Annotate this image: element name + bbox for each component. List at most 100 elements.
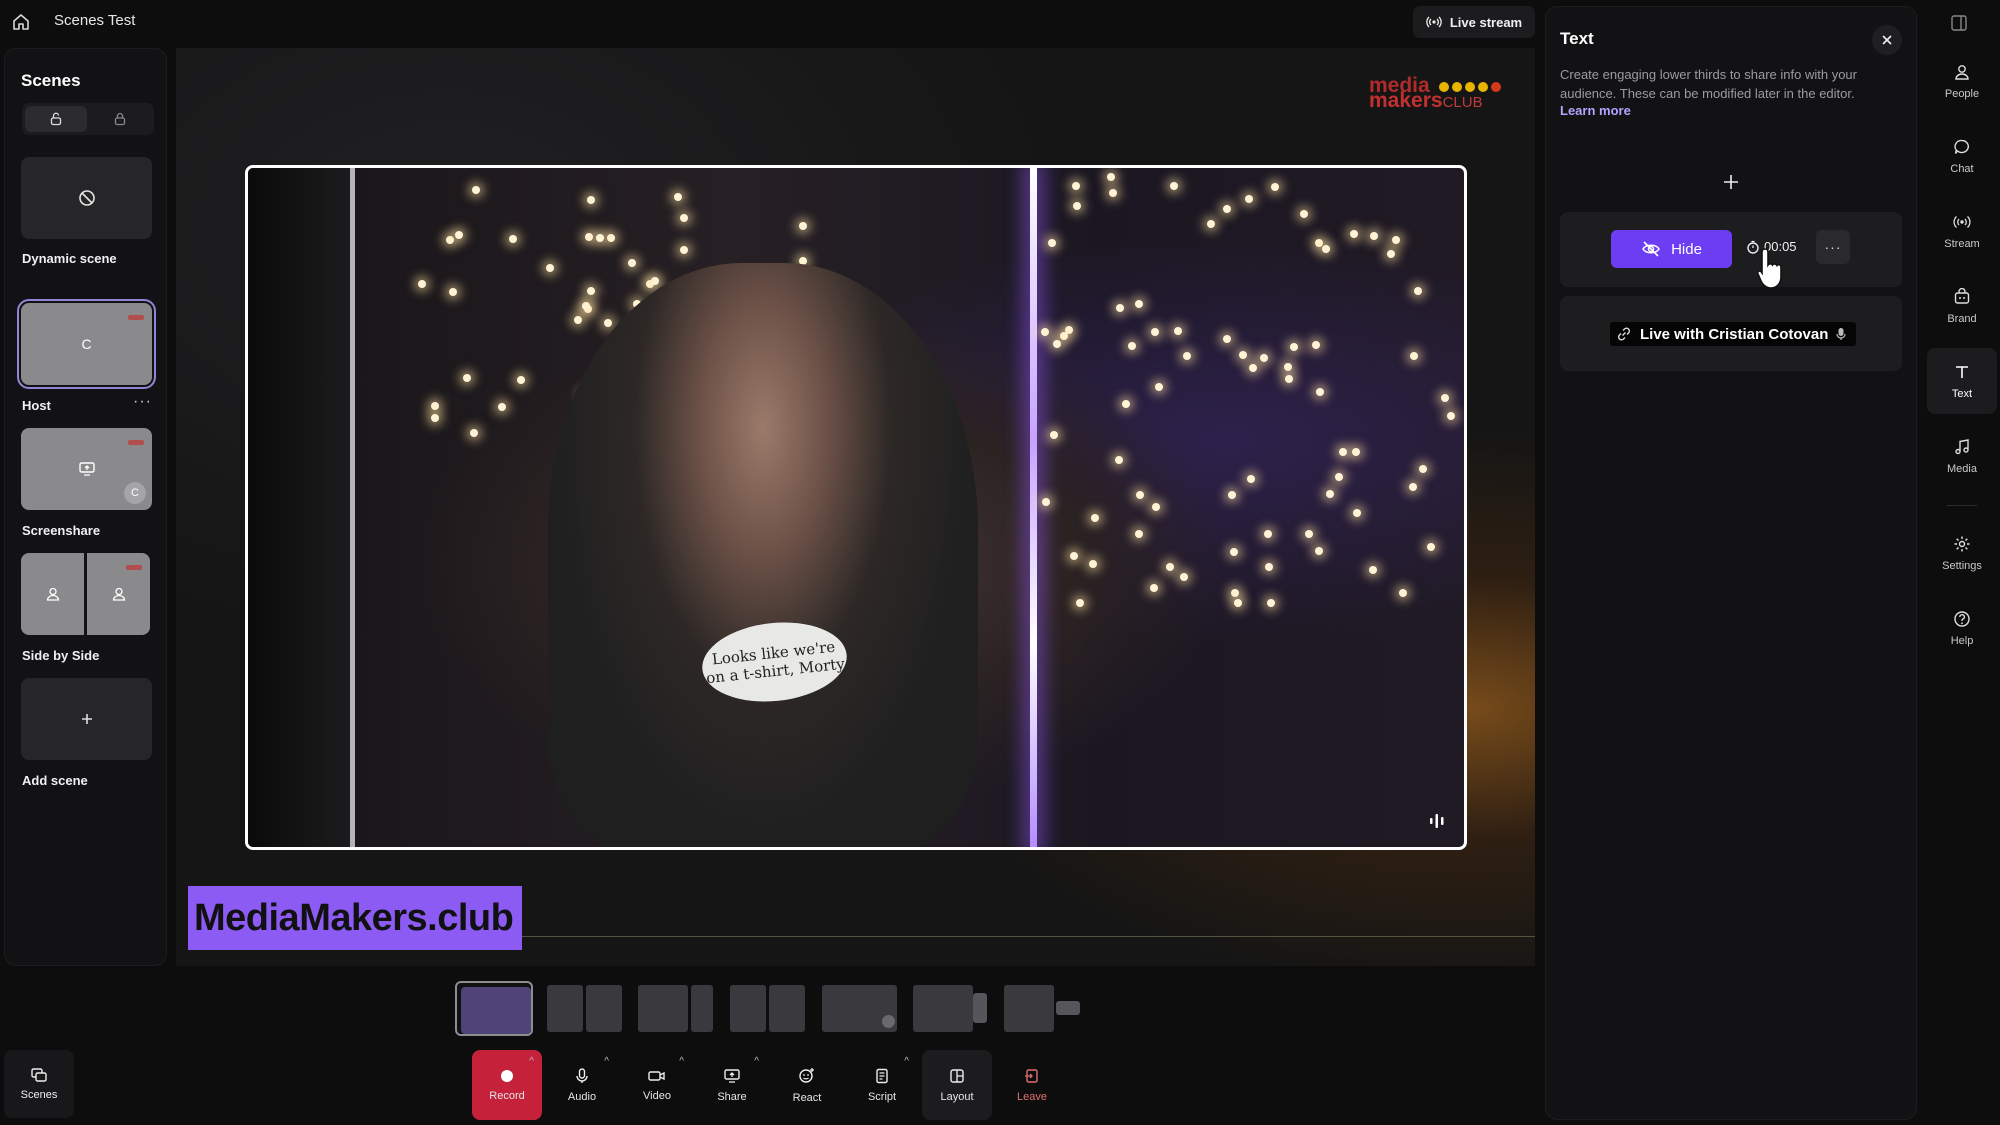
lock-toggle — [22, 103, 154, 135]
video-caret-icon[interactable]: ^ — [679, 1056, 684, 1067]
fairy-light — [431, 413, 440, 422]
share-button[interactable]: ^ Share — [697, 1050, 767, 1120]
scene-thumb-side-by-side[interactable] — [21, 553, 152, 635]
fairy-light — [1107, 173, 1116, 182]
fairy-light — [651, 277, 660, 286]
fairy-light — [574, 316, 583, 325]
sidebar-toggle-icon[interactable] — [1950, 14, 1968, 32]
fairy-light — [1315, 546, 1324, 555]
leave-icon — [1024, 1068, 1040, 1084]
close-icon — [1881, 34, 1893, 46]
rail-item-text[interactable]: Text — [1927, 348, 1997, 414]
fairy-light — [1230, 588, 1239, 597]
fairy-light — [1135, 491, 1144, 500]
plus-icon — [1722, 173, 1740, 191]
fairy-light — [1245, 195, 1254, 204]
scenes-panel: Scenes Dynamic scene C Host ··· C Screen… — [4, 48, 167, 966]
fairy-light — [1446, 411, 1455, 420]
unlock-button[interactable] — [25, 106, 87, 132]
mini-banner — [126, 565, 142, 570]
leave-button[interactable]: Leave — [997, 1050, 1067, 1120]
fairy-light — [582, 301, 591, 310]
project-title: Scenes Test — [54, 12, 136, 29]
learn-more-link[interactable]: Learn more — [1560, 103, 1631, 118]
rail-item-people[interactable]: People — [1927, 48, 1997, 114]
fairy-light — [1311, 341, 1320, 350]
fairy-light — [1070, 551, 1079, 560]
eye-off-icon — [1641, 241, 1661, 257]
lock-button[interactable] — [89, 106, 151, 132]
stage-divider — [506, 936, 1535, 937]
unlock-icon — [49, 112, 63, 126]
layout-option-sidebar[interactable] — [913, 981, 991, 1036]
audio-button[interactable]: ^ Audio — [547, 1050, 617, 1120]
rail-item-media[interactable]: Media — [1927, 423, 1997, 489]
fairy-light — [1116, 303, 1125, 312]
fairy-light — [1150, 327, 1159, 336]
audio-caret-icon[interactable]: ^ — [604, 1056, 609, 1067]
fairy-light — [587, 287, 596, 296]
lower-third-card[interactable]: Live with Cristian Cotovan — [1560, 296, 1902, 371]
lower-third-preview: Live with Cristian Cotovan — [1610, 322, 1857, 346]
fairy-light — [595, 234, 604, 243]
share-caret-icon[interactable]: ^ — [754, 1056, 759, 1067]
broadcast-icon — [1426, 14, 1442, 30]
layout-option-pip[interactable] — [822, 981, 900, 1036]
host-more-button[interactable]: ··· — [133, 393, 152, 411]
more-options-button[interactable]: ··· — [1816, 230, 1850, 264]
fairy-light — [462, 373, 471, 382]
rail-item-help[interactable]: Help — [1927, 595, 1997, 661]
fairy-light — [1270, 183, 1279, 192]
leave-label: Leave — [1017, 1090, 1047, 1103]
fairy-light — [1166, 563, 1175, 572]
fairy-light — [1122, 399, 1131, 408]
fairy-light — [508, 234, 517, 243]
host-person — [548, 263, 978, 847]
script-caret-icon[interactable]: ^ — [904, 1056, 909, 1067]
rail-item-settings[interactable]: Settings — [1927, 520, 1997, 586]
neon-light — [1030, 168, 1037, 847]
video-button[interactable]: ^ Video — [622, 1050, 692, 1120]
audio-level-icon — [1428, 813, 1446, 829]
rail-item-chat[interactable]: Chat — [1927, 123, 1997, 189]
layout-option-solo[interactable] — [455, 981, 533, 1036]
scene-thumb-host[interactable]: C — [17, 299, 156, 389]
fairy-light — [1266, 598, 1275, 607]
fairy-light — [1090, 514, 1099, 523]
fairy-light — [1173, 326, 1182, 335]
home-icon[interactable] — [10, 11, 32, 33]
layout-option-corner[interactable] — [1004, 981, 1082, 1036]
text-icon — [1953, 363, 1971, 381]
fairy-light — [1075, 598, 1084, 607]
fairy-light — [1322, 245, 1331, 254]
rail-item-stream[interactable]: Stream — [1927, 198, 1997, 264]
host-video-feed[interactable]: Looks like we're on a t-shirt, Morty — [245, 165, 1467, 850]
react-button[interactable]: React — [772, 1050, 842, 1120]
record-caret-icon[interactable]: ^ — [529, 1056, 534, 1067]
add-scene-button[interactable] — [21, 678, 152, 760]
record-icon — [500, 1069, 514, 1083]
scene-thumb-screenshare[interactable]: C — [21, 428, 152, 510]
chat-icon — [1953, 138, 1971, 156]
scenes-nav-button[interactable]: Scenes — [4, 1050, 74, 1118]
layout-option-split[interactable] — [547, 981, 625, 1036]
close-button[interactable] — [1872, 25, 1902, 55]
rail-item-brand[interactable]: Brand — [1927, 273, 1997, 339]
scene-thumb-dynamic[interactable] — [21, 157, 152, 239]
record-button[interactable]: ^ Record — [472, 1050, 542, 1120]
lower-third-banner[interactable]: MediaMakers.club — [188, 886, 522, 950]
layout-option-halves[interactable] — [730, 981, 808, 1036]
fairy-light — [1284, 374, 1293, 383]
fairy-light — [472, 186, 480, 195]
fairy-light — [627, 258, 636, 267]
layout-option-split-wide[interactable] — [638, 981, 716, 1036]
fairy-light — [1048, 239, 1057, 248]
fairy-light — [1182, 352, 1191, 361]
fairy-light — [1072, 202, 1081, 211]
layout-button[interactable]: Layout — [922, 1050, 992, 1120]
add-text-button[interactable] — [1716, 167, 1746, 197]
live-stream-button[interactable]: Live stream — [1413, 6, 1535, 38]
hide-button[interactable]: Hide — [1611, 230, 1732, 268]
script-button[interactable]: ^ Script — [847, 1050, 917, 1120]
fairy-light — [1386, 249, 1395, 258]
